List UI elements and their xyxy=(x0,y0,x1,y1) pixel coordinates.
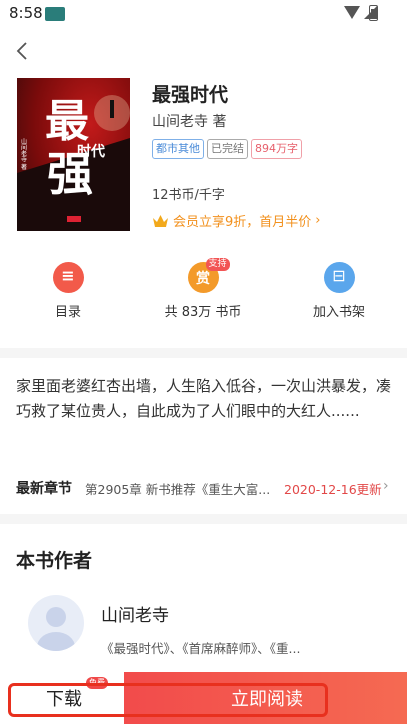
latest-chapter-title: 第2905章 新书推荐《重生大富... xyxy=(85,482,271,497)
chevron-right-icon: › xyxy=(383,478,389,494)
download-label: 下载 xyxy=(46,689,82,710)
news-app-icon xyxy=(45,7,65,21)
reward-glyph: 赏 xyxy=(196,271,210,287)
book-tags: 都市其他 已完结 894万字 xyxy=(152,139,302,159)
action-row: ≡ 目录 赏 支持 共 83万 书币 ⊟ 加入书架 xyxy=(0,258,407,324)
default-avatar-icon xyxy=(37,607,75,651)
bookshelf-glyph: ⊟ xyxy=(332,266,346,285)
book-cover-art: 最 时代 强 山间老寺 著 xyxy=(17,95,130,231)
reward-icon: 赏 支持 xyxy=(187,258,230,293)
latest-chapter-row[interactable]: 最新章节 第2905章 新书推荐《重生大富... 2020-12-16更新 › xyxy=(16,476,396,498)
cover-title-char-1: 最 xyxy=(45,96,89,147)
catalog-label: 目录 xyxy=(54,305,81,320)
book-cover[interactable]: 最 时代 强 山间老寺 著 xyxy=(17,78,130,231)
author-section-title: 本书作者 xyxy=(16,550,93,572)
chevron-right-icon: › xyxy=(315,213,321,228)
tag-wordcount: 894万字 xyxy=(251,139,302,159)
tag-category[interactable]: 都市其他 xyxy=(152,139,204,159)
book-author[interactable]: 山间老寺 著 xyxy=(152,111,226,131)
latest-update-date: 2020-12-16更新 xyxy=(284,482,382,497)
vip-offer[interactable]: 会员立享9折，首月半价 › xyxy=(152,211,320,230)
wifi-icon xyxy=(344,6,360,19)
crown-icon xyxy=(153,214,168,227)
vip-offer-text: 会员立享9折，首月半价 xyxy=(173,215,312,230)
book-title: 最强时代 xyxy=(152,84,229,106)
download-button[interactable]: 下载 免费 xyxy=(0,672,124,724)
back-arrow-icon[interactable] xyxy=(12,40,34,62)
status-bar: 8:58 xyxy=(0,0,407,28)
book-price: 12书币/千字 xyxy=(152,188,225,203)
reward-button[interactable]: 赏 支持 共 83万 书币 xyxy=(143,258,263,320)
catalog-glyph: ≡ xyxy=(61,266,75,285)
author-name[interactable]: 山间老寺 xyxy=(101,601,169,626)
book-description[interactable]: 家里面老婆红杏出墙，人生陷入低谷，一次山洪暴发，凑巧救了某位贵人，自此成为了人们… xyxy=(16,374,392,424)
author-works[interactable]: 《最强时代》、《首席麻醉师》、《重... xyxy=(101,638,391,657)
section-divider xyxy=(0,514,407,524)
catalog-button[interactable]: ≡ 目录 xyxy=(8,262,128,320)
tag-status: 已完结 xyxy=(207,139,248,159)
bookshelf-icon: ⊟ xyxy=(323,262,355,293)
latest-chapter-label: 最新章节 xyxy=(16,481,72,497)
cover-title-char-2: 强 xyxy=(47,147,93,201)
support-badge: 支持 xyxy=(205,258,230,271)
battery-icon xyxy=(369,5,378,21)
status-time: 8:58 xyxy=(9,4,43,22)
free-badge: 免费 xyxy=(86,677,108,689)
add-to-shelf-button[interactable]: ⊟ 加入书架 xyxy=(279,262,399,320)
read-now-button[interactable]: 立即阅读 xyxy=(124,672,407,724)
catalog-icon: ≡ xyxy=(52,262,84,293)
avatar[interactable] xyxy=(28,595,84,651)
section-divider xyxy=(0,348,407,358)
cover-author: 山间老寺 著 xyxy=(20,137,27,171)
add-to-shelf-label: 加入书架 xyxy=(312,305,365,320)
read-now-label: 立即阅读 xyxy=(231,689,303,710)
bottom-bar: 下载 免费 立即阅读 xyxy=(0,672,407,724)
reward-label: 共 83万 书币 xyxy=(164,305,242,320)
